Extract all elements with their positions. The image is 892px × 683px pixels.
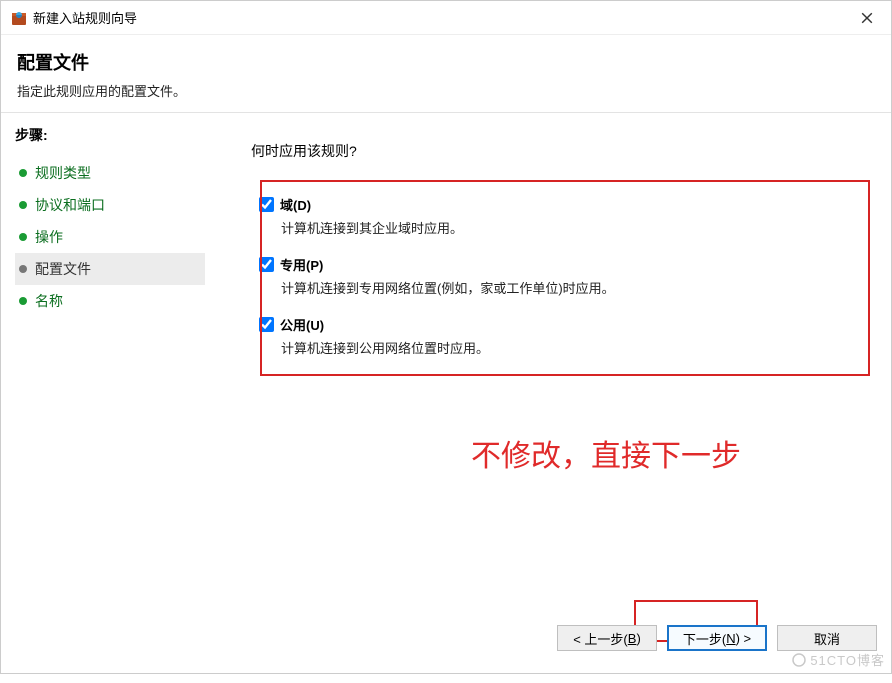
- annotation-text: 不修改，直接下一步: [471, 431, 741, 475]
- back-button[interactable]: < 上一步(B): [557, 625, 657, 651]
- step-name[interactable]: 名称: [15, 285, 205, 317]
- step-rule-type[interactable]: 规则类型: [15, 157, 205, 189]
- bullet-icon: [19, 233, 27, 241]
- step-label: 名称: [35, 291, 63, 311]
- bullet-icon: [19, 265, 27, 273]
- back-button-pre: < 上一步(: [573, 629, 628, 648]
- sidebar: 步骤: 规则类型 协议和端口 操作 配置文件 名称: [1, 113, 213, 683]
- next-button-mnemonic: N: [726, 631, 735, 646]
- page-subtitle: 指定此规则应用的配置文件。: [17, 81, 875, 100]
- back-button-mnemonic: B: [628, 631, 637, 646]
- titlebar: 新建入站规则向导: [1, 1, 891, 35]
- window-title: 新建入站规则向导: [33, 8, 137, 27]
- step-label: 规则类型: [35, 163, 91, 183]
- step-protocol-port[interactable]: 协议和端口: [15, 189, 205, 221]
- firewall-icon: [11, 10, 27, 26]
- annotation-highlight-profiles: [260, 180, 870, 376]
- step-label: 操作: [35, 227, 63, 247]
- step-action[interactable]: 操作: [15, 221, 205, 253]
- step-label: 配置文件: [35, 259, 91, 279]
- step-label: 协议和端口: [35, 195, 105, 215]
- titlebar-left: 新建入站规则向导: [11, 8, 137, 27]
- bullet-icon: [19, 169, 27, 177]
- next-button[interactable]: 下一步(N) >: [667, 625, 767, 651]
- step-profile[interactable]: 配置文件: [15, 253, 205, 285]
- bullet-icon: [19, 297, 27, 305]
- cancel-button[interactable]: 取消: [777, 625, 877, 651]
- cancel-button-label: 取消: [814, 629, 840, 648]
- back-button-post: ): [636, 631, 640, 646]
- footer-buttons: < 上一步(B) 下一步(N) > 取消: [557, 625, 877, 651]
- next-button-post: ) >: [736, 631, 752, 646]
- header: 配置文件 指定此规则应用的配置文件。: [1, 35, 891, 113]
- close-button[interactable]: [853, 4, 881, 32]
- bullet-icon: [19, 201, 27, 209]
- apply-question: 何时应用该规则?: [251, 141, 863, 161]
- next-button-pre: 下一步(: [683, 629, 726, 648]
- page-title: 配置文件: [17, 49, 875, 75]
- steps-title: 步骤:: [15, 125, 205, 145]
